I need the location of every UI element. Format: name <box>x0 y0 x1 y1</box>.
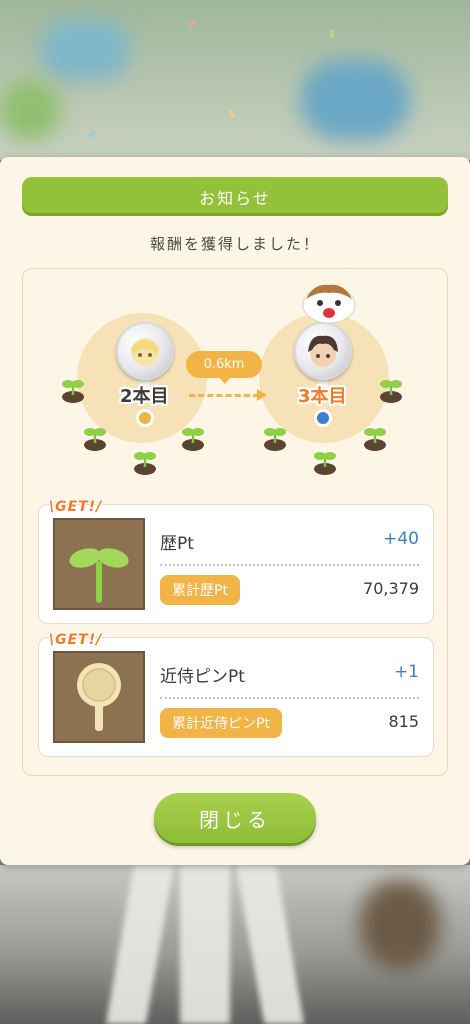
total-value: 70,379 <box>363 579 419 598</box>
reward-gain: +1 <box>393 662 419 682</box>
get-tag: \GET!/ <box>49 632 103 648</box>
pin-progress: 2本目 3本目 0.6km <box>23 269 447 499</box>
avatar-left <box>116 322 174 380</box>
total-label-badge: 累計近侍ピンPt <box>160 708 282 738</box>
mascot-icon <box>302 284 356 324</box>
get-tag: \GET!/ <box>49 499 103 515</box>
pin-ring-right <box>314 409 332 427</box>
reward-name: 近侍ピンPt <box>160 667 245 687</box>
sprout-icon <box>364 428 386 451</box>
sprout-icon <box>84 428 106 451</box>
reward-gain: +40 <box>383 529 419 549</box>
progress-arrow <box>189 394 259 397</box>
reward-name: 歴Pt <box>160 534 194 554</box>
divider <box>160 564 419 566</box>
sprout-icon <box>380 380 402 403</box>
sprout-icon <box>264 428 286 451</box>
sprout-icon <box>69 548 129 603</box>
reward-card-rekishi: \GET!/ 歴Pt +40 累計歴Pt 70,379 <box>38 499 434 624</box>
sprout-icon <box>182 428 204 451</box>
reward-panel: 2本目 3本目 0.6km \GET!/ 歴Pt +40 累計歴Pt 70,37… <box>22 268 448 776</box>
close-button[interactable]: 閉じる <box>154 793 316 843</box>
total-label-badge: 累計歴Pt <box>160 575 240 605</box>
reward-image <box>53 651 145 743</box>
notification-dialog: お知らせ 報酬を獲得しました！ 2本目 3本目 0.6km \GET!/ 歴Pt… <box>0 157 470 865</box>
avatar-right <box>294 322 352 380</box>
arrow-right-icon <box>257 389 267 401</box>
pin-ring-left <box>136 409 154 427</box>
reward-card-pin: \GET!/ 近侍ピンPt +1 累計近侍ピンPt 815 <box>38 632 434 757</box>
step-to-label: 3本目 <box>298 386 347 407</box>
sprout-icon <box>314 452 336 475</box>
dialog-subtitle: 報酬を獲得しました！ <box>149 235 320 253</box>
sprout-icon <box>134 452 156 475</box>
total-value: 815 <box>388 712 419 731</box>
dialog-title: お知らせ <box>22 177 448 216</box>
reward-image <box>53 518 145 610</box>
step-from-label: 2本目 <box>120 386 169 407</box>
divider <box>160 697 419 699</box>
sprout-icon <box>62 380 84 403</box>
distance-badge: 0.6km <box>186 351 262 384</box>
pin-icon <box>77 663 121 731</box>
